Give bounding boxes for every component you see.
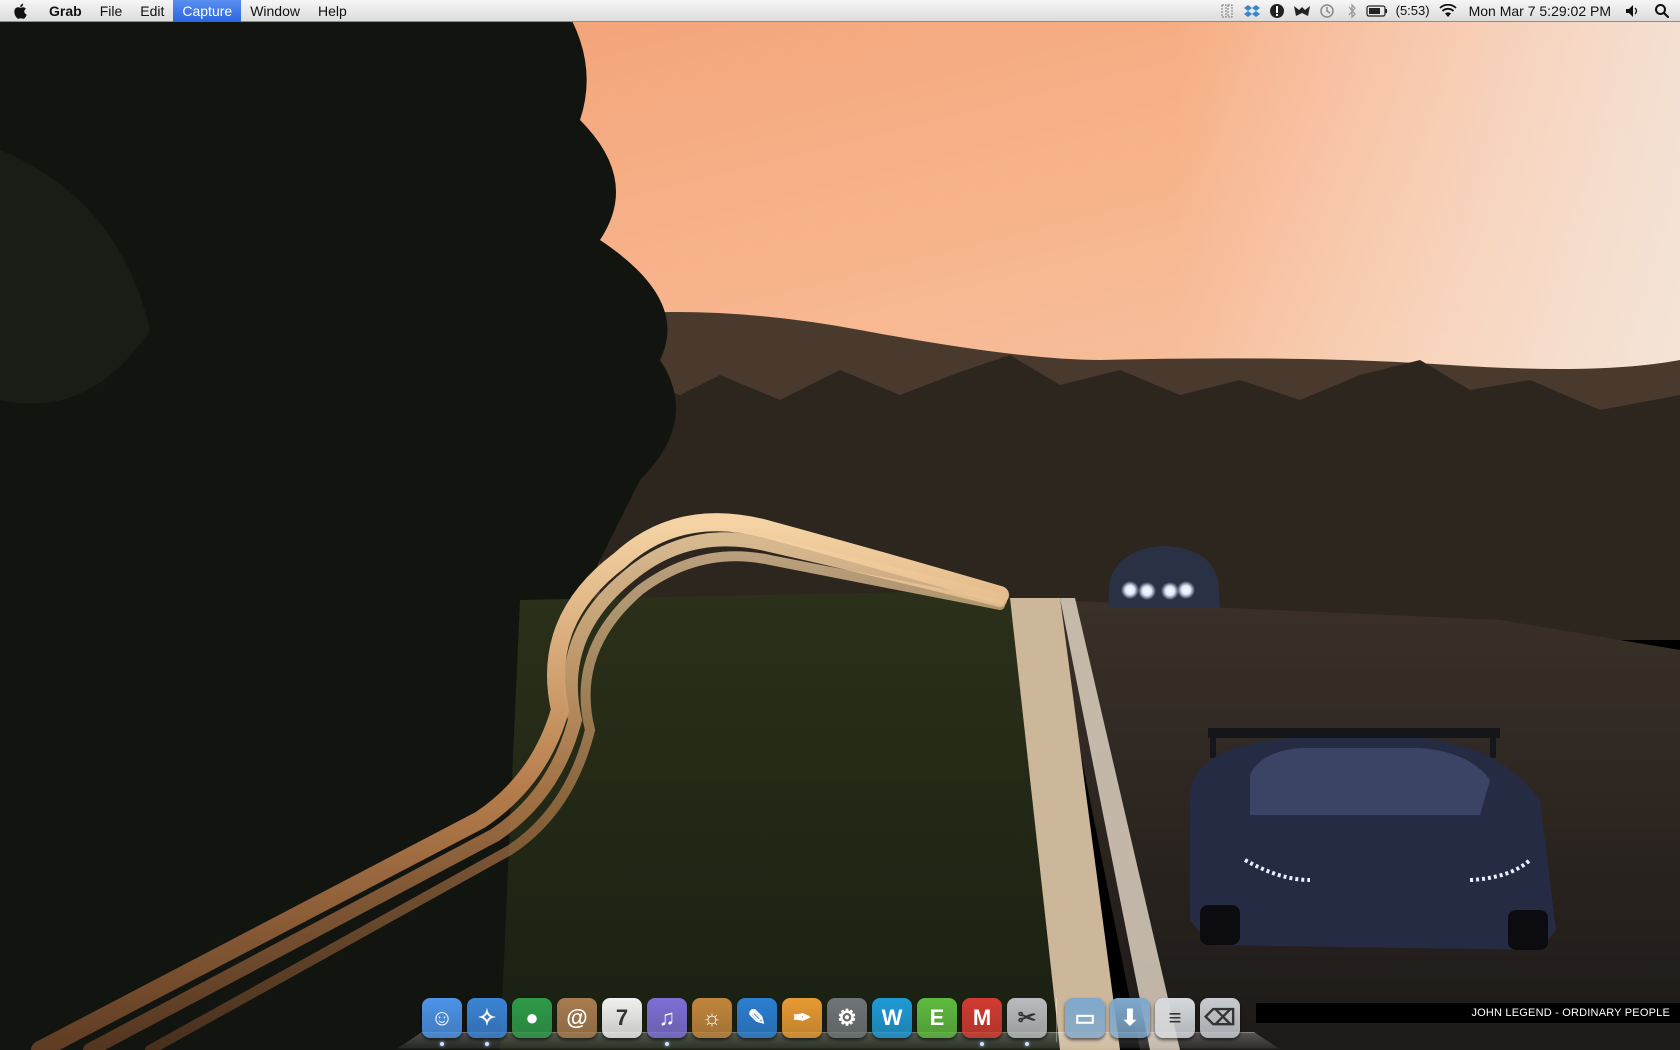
dock-item-writer[interactable]: W (870, 998, 914, 1050)
dock: ☺ ✧ ● @7 ♫ ☼ ✎ ✒ ⚙ W E M ✂ ▭ ⬇ ≡ ⌫ (420, 993, 1256, 1050)
running-indicator (440, 1042, 444, 1046)
menu-clock[interactable]: Mon Mar 7 5:29:02 PM (1461, 3, 1619, 19)
menu-capture[interactable]: Capture (173, 0, 242, 22)
menu-file[interactable]: File (91, 0, 132, 22)
dock-item-applications-stack[interactable]: ▭ (1063, 998, 1107, 1050)
volume-icon[interactable] (1619, 0, 1644, 22)
skitch-icon[interactable]: ✎ (737, 998, 777, 1038)
dock-item-iphoto[interactable]: ☼ (690, 998, 734, 1050)
chrome-icon[interactable]: ● (512, 998, 552, 1038)
now-playing-banner: JOHN LEGEND - ORDINARY PEOPLE (1256, 1003, 1680, 1023)
running-indicator (665, 1042, 669, 1046)
bluetooth-icon[interactable] (1340, 0, 1365, 22)
itunes-icon[interactable]: ♫ (647, 998, 687, 1038)
running-indicator (485, 1042, 489, 1046)
documents-stack-icon[interactable]: ≡ (1155, 998, 1195, 1038)
running-indicator (1025, 1042, 1029, 1046)
menu-help[interactable]: Help (309, 0, 356, 22)
dock-item-evernote[interactable]: E (915, 998, 959, 1050)
evernote-icon[interactable]: E (917, 998, 957, 1038)
menu-app-name[interactable]: Grab (40, 0, 91, 22)
battery-time[interactable]: (5:53) (1390, 3, 1436, 18)
gmail-icon[interactable]: M (962, 998, 1002, 1038)
downloads-stack-icon[interactable]: ⬇ (1110, 998, 1150, 1038)
dock-item-finder[interactable]: ☺ (420, 998, 464, 1050)
dock-item-pages[interactable]: ✒ (780, 998, 824, 1050)
writer-icon[interactable]: W (872, 998, 912, 1038)
dock-item-system-preferences[interactable]: ⚙ (825, 998, 869, 1050)
dock-item-trash[interactable]: ⌫ (1198, 998, 1242, 1050)
desktop-wallpaper (0, 0, 1680, 1050)
safari-icon[interactable]: ✧ (467, 998, 507, 1038)
battery-icon[interactable] (1365, 0, 1390, 22)
menu-window[interactable]: Window (241, 0, 309, 22)
iphoto-icon[interactable]: ☼ (692, 998, 732, 1038)
growl-icon[interactable] (1290, 0, 1315, 22)
dock-item-skitch[interactable]: ✎ (735, 998, 779, 1050)
dock-item-itunes[interactable]: ♫ (645, 998, 689, 1050)
dock-separator (1050, 998, 1062, 1050)
grab-icon[interactable]: ✂ (1007, 998, 1047, 1038)
dock-item-downloads-stack[interactable]: ⬇ (1108, 998, 1152, 1050)
menu-edit[interactable]: Edit (131, 0, 173, 22)
finder-icon[interactable]: ☺ (422, 998, 462, 1038)
alert-icon[interactable] (1265, 0, 1290, 22)
running-indicator (980, 1042, 984, 1046)
address-book-icon[interactable]: @ (557, 998, 597, 1038)
wifi-icon[interactable] (1436, 0, 1461, 22)
pages-icon[interactable]: ✒ (782, 998, 822, 1038)
dock-item-gmail[interactable]: M (960, 998, 1004, 1050)
spotlight-search-icon[interactable] (1644, 0, 1680, 22)
ical-icon[interactable]: 7 (602, 998, 642, 1038)
applications-stack-icon[interactable]: ▭ (1065, 998, 1105, 1038)
ichat-icon[interactable] (1215, 0, 1240, 22)
dock-item-address-book[interactable]: @ (555, 998, 599, 1050)
system-preferences-icon[interactable]: ⚙ (827, 998, 867, 1038)
menu-bar: Grab File Edit Capture Window Help (5:53… (0, 0, 1680, 22)
dock-item-safari[interactable]: ✧ (465, 998, 509, 1050)
dock-item-grab[interactable]: ✂ (1005, 998, 1049, 1050)
dock-item-ical[interactable]: 7 (600, 998, 644, 1050)
apple-menu-icon[interactable] (0, 0, 40, 22)
time-machine-icon[interactable] (1315, 0, 1340, 22)
dock-item-chrome[interactable]: ● (510, 998, 554, 1050)
dock-item-documents-stack[interactable]: ≡ (1153, 998, 1197, 1050)
trash-icon[interactable]: ⌫ (1200, 998, 1240, 1038)
dropbox-icon[interactable] (1240, 0, 1265, 22)
